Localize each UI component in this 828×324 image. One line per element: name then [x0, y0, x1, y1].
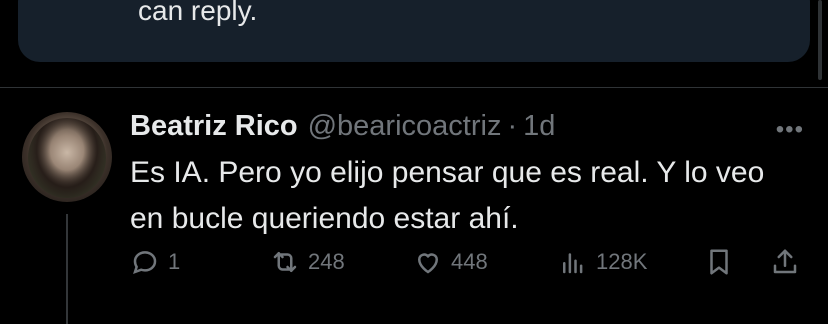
post-header: Beatriz Rico @bearicoactriz · 1d — [130, 108, 810, 144]
repost-count: 248 — [308, 249, 345, 274]
post-text: Es IA. Pero yo elijo pensar que es real.… — [130, 156, 765, 235]
reply-post[interactable]: Beatriz Rico @bearicoactriz · 1d ••• Es … — [130, 108, 810, 242]
author-handle[interactable]: @bearicoactriz — [308, 110, 502, 143]
separator-dot: · — [507, 109, 518, 142]
author-name[interactable]: Beatriz Rico — [130, 110, 298, 143]
repost-button[interactable]: 248 — [270, 247, 345, 277]
scrollbar[interactable] — [818, 0, 822, 80]
reply-icon — [133, 251, 157, 275]
analytics-icon — [563, 253, 583, 274]
action-bar: 1 248 448 128K — [130, 247, 810, 287]
avatar[interactable] — [22, 112, 112, 202]
more-options-icon[interactable]: ••• — [776, 116, 804, 144]
heart-icon — [417, 253, 439, 274]
reply-restriction-text: can reply. — [138, 0, 258, 26]
reply-count: 1 — [168, 249, 181, 274]
repost-icon — [273, 252, 297, 272]
like-count: 448 — [451, 249, 488, 274]
bookmark-icon — [710, 249, 728, 275]
view-count: 128K — [596, 249, 648, 274]
thread-line — [66, 214, 68, 324]
like-button[interactable]: 448 — [413, 247, 488, 277]
previous-post-card: can reply. — [18, 0, 810, 62]
reply-button[interactable]: 1 — [130, 247, 180, 277]
bookmark-button[interactable] — [704, 247, 734, 277]
avatar-image — [28, 118, 106, 198]
divider — [0, 87, 828, 88]
post-time[interactable]: 1d — [523, 110, 555, 143]
views-button[interactable]: 128K — [558, 247, 647, 277]
share-button[interactable] — [770, 247, 800, 277]
share-icon — [773, 249, 797, 274]
